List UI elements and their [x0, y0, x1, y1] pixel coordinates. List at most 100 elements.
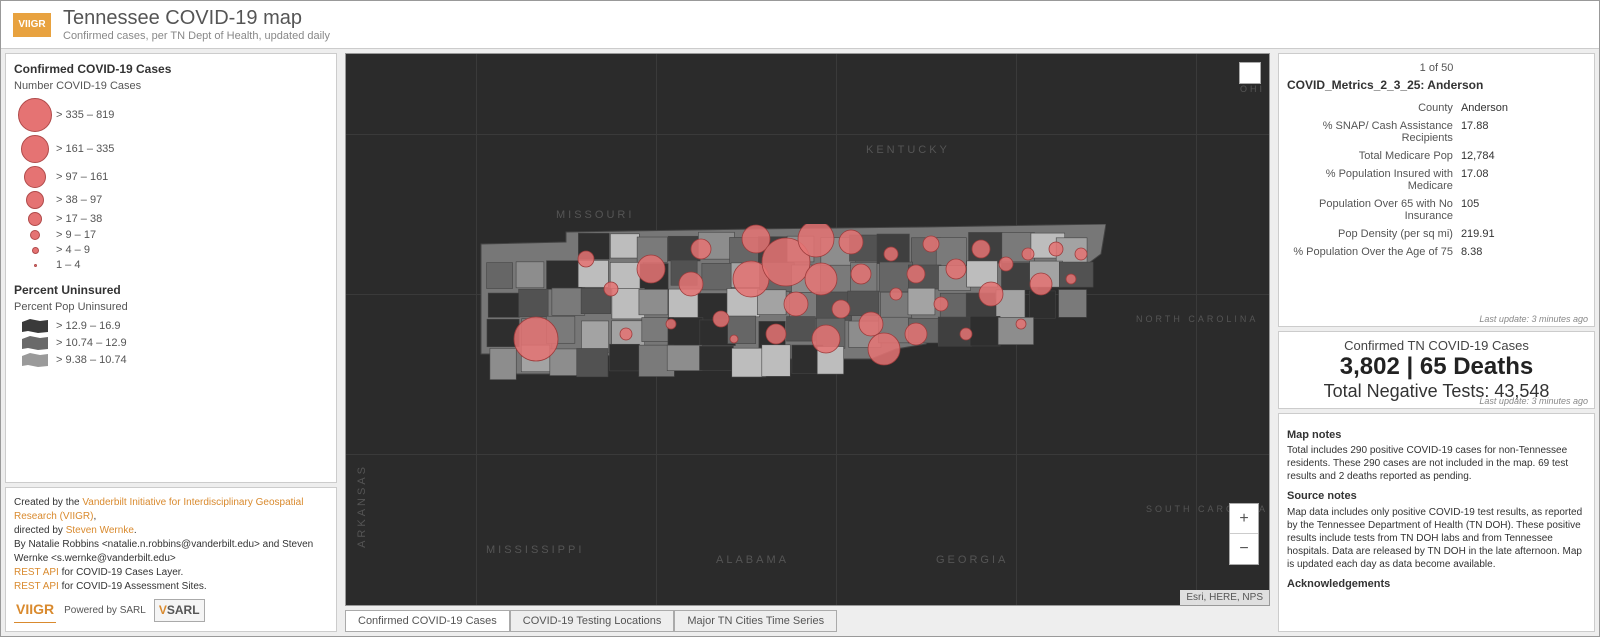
center-column: MISSOURI KENTUCKY MISSISSIPPI ALABAMA GE…	[341, 49, 1274, 636]
ack-heading: Acknowledgements	[1287, 577, 1586, 591]
viigr-logo: VIIGR	[14, 598, 56, 623]
legend-uninsured-heading: Percent Uninsured	[14, 283, 328, 297]
case-bubble[interactable]	[859, 312, 883, 336]
zoom-in-button[interactable]: +	[1230, 504, 1258, 534]
case-bubble[interactable]	[805, 263, 837, 295]
legend-bin-row: 1 – 4	[14, 259, 328, 271]
detail-value: 8.38	[1461, 244, 1584, 260]
state-label-arkansas: ARKANSAS	[356, 464, 368, 548]
stats-timestamp: Last update: 3 minutes ago	[1479, 396, 1588, 406]
map-canvas[interactable]: MISSOURI KENTUCKY MISSISSIPPI ALABAMA GE…	[345, 53, 1270, 606]
case-bubble[interactable]	[1030, 273, 1052, 295]
tennessee-choropleth[interactable]	[476, 224, 1106, 384]
case-bubble[interactable]	[730, 335, 738, 343]
case-bubble[interactable]	[812, 325, 840, 353]
legend-bin-label: > 335 – 819	[56, 109, 114, 121]
tab[interactable]: COVID-19 Testing Locations	[510, 610, 675, 632]
state-label-georgia: GEORGIA	[936, 554, 1008, 566]
legend-bin-label: > 161 – 335	[56, 143, 114, 155]
tab[interactable]: Major TN Cities Time Series	[674, 610, 837, 632]
legend-bin-label: > 9 – 17	[56, 229, 96, 241]
case-bubble[interactable]	[713, 311, 729, 327]
detail-row: Population Over 65 with No Insurance105	[1289, 196, 1584, 224]
case-bubble[interactable]	[972, 240, 990, 258]
details-pager[interactable]: 1 of 50	[1287, 62, 1586, 74]
case-bubble[interactable]	[905, 323, 927, 345]
legend-uninsured-row: > 9.38 – 10.74	[14, 353, 328, 367]
case-bubble[interactable]	[832, 300, 850, 318]
detail-value: 12,784	[1461, 148, 1584, 164]
detail-key: County	[1289, 100, 1459, 116]
details-table: CountyAnderson% SNAP/ Cash Assistance Re…	[1287, 98, 1586, 262]
legend-bin-row: > 38 – 97	[14, 191, 328, 209]
detail-row: % SNAP/ Cash Assistance Recipients17.88	[1289, 118, 1584, 146]
case-bubble[interactable]	[620, 328, 632, 340]
case-bubble[interactable]	[1075, 248, 1087, 260]
right-column: 1 of 50 COVID_Metrics_2_3_25: Anderson C…	[1274, 49, 1599, 636]
case-bubble[interactable]	[691, 239, 711, 259]
state-label-ohio: OHI	[1240, 84, 1265, 94]
state-label-alabama: ALABAMA	[716, 554, 789, 566]
case-bubble[interactable]	[784, 292, 808, 316]
detail-row: % Population Over the Age of 758.38	[1289, 244, 1584, 260]
case-bubble[interactable]	[884, 247, 898, 261]
state-label-nc: NORTH CAROLINA	[1136, 314, 1258, 324]
case-bubble[interactable]	[890, 288, 902, 300]
case-bubble[interactable]	[907, 265, 925, 283]
body-row: Confirmed COVID-19 Cases Number COVID-19…	[1, 49, 1599, 636]
case-bubble[interactable]	[1022, 248, 1034, 260]
feature-details-panel: 1 of 50 COVID_Metrics_2_3_25: Anderson C…	[1278, 53, 1595, 327]
case-bubble[interactable]	[1066, 274, 1076, 284]
legend-cases-heading: Confirmed COVID-19 Cases	[14, 62, 328, 76]
case-bubble[interactable]	[679, 272, 703, 296]
legend-uninsured-label: > 10.74 – 12.9	[56, 337, 127, 349]
case-bubble[interactable]	[1049, 242, 1063, 256]
case-bubble[interactable]	[514, 317, 558, 361]
legend-bin-row: > 4 – 9	[14, 244, 328, 256]
zoom-out-button[interactable]: −	[1230, 534, 1258, 564]
legend-bin-row: > 97 – 161	[14, 166, 328, 188]
case-bubble[interactable]	[766, 324, 786, 344]
case-bubble[interactable]	[979, 282, 1003, 306]
detail-key: Population Over 65 with No Insurance	[1289, 196, 1459, 224]
legend-uninsured-label: > 12.9 – 16.9	[56, 320, 121, 332]
zoom-controls: + −	[1229, 503, 1259, 565]
map-notes-body: Total includes 290 positive COVID-19 cas…	[1287, 444, 1586, 483]
tab[interactable]: Confirmed COVID-19 Cases	[345, 610, 510, 632]
case-bubble[interactable]	[934, 297, 948, 311]
case-bubble[interactable]	[1016, 319, 1026, 329]
case-bubble[interactable]	[798, 224, 834, 257]
details-title: COVID_Metrics_2_3_25: Anderson	[1287, 78, 1586, 92]
legend-bin-label: > 17 – 38	[56, 213, 102, 225]
case-bubble[interactable]	[851, 264, 871, 284]
rest-api-cases-link[interactable]: REST API	[14, 567, 59, 578]
tabs-row: Confirmed COVID-19 CasesCOVID-19 Testing…	[345, 610, 1270, 632]
detail-key: % Population Insured with Medicare	[1289, 166, 1459, 194]
basemap-toggle-button[interactable]	[1239, 62, 1261, 84]
legend-bin-label: 1 – 4	[56, 259, 80, 271]
case-bubble[interactable]	[960, 328, 972, 340]
case-bubble[interactable]	[637, 255, 665, 283]
credits-text: Created by the	[14, 497, 82, 508]
sarl-logo: VSARL	[154, 599, 205, 622]
logo-badge: VIIGR	[13, 13, 51, 37]
legend-cases-sub: Number COVID-19 Cases	[14, 80, 328, 92]
case-bubble[interactable]	[666, 319, 676, 329]
case-bubble[interactable]	[923, 236, 939, 252]
credits-panel: Created by the Vanderbilt Initiative for…	[5, 487, 337, 632]
legend-bin-label: > 4 – 9	[56, 244, 90, 256]
source-notes-heading: Source notes	[1287, 489, 1586, 503]
stats-main: 3,802 | 65 Deaths	[1285, 353, 1588, 381]
credits-director-link[interactable]: Steven Wernke	[66, 525, 134, 536]
case-bubble[interactable]	[868, 333, 900, 365]
legend-bin-row: > 335 – 819	[14, 98, 328, 132]
footer-logos: VIIGR Powered by SARL VSARL	[14, 598, 328, 623]
case-bubble[interactable]	[604, 282, 618, 296]
map-notes-heading: Map notes	[1287, 428, 1586, 442]
legend-panel: Confirmed COVID-19 Cases Number COVID-19…	[5, 53, 337, 483]
case-bubble[interactable]	[946, 259, 966, 279]
rest-api-sites-link[interactable]: REST API	[14, 581, 59, 592]
case-bubble[interactable]	[999, 257, 1013, 271]
case-bubble[interactable]	[578, 251, 594, 267]
case-bubble[interactable]	[839, 230, 863, 254]
